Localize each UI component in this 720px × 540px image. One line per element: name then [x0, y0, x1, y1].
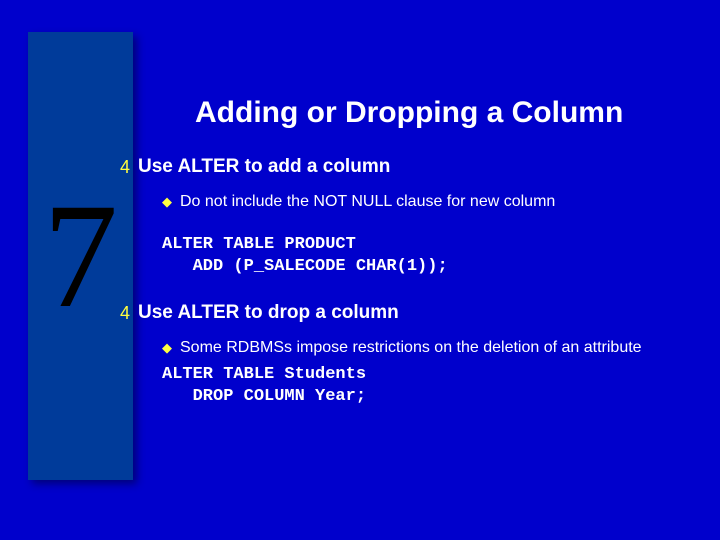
- slide-title: Adding or Dropping a Column: [195, 96, 623, 130]
- bullet-text: Use ALTER to drop a column: [138, 302, 399, 324]
- check-icon: 4: [120, 302, 130, 324]
- slide-content: 4 Use ALTER to add a column ◆ Do not inc…: [120, 156, 690, 408]
- diamond-icon: ◆: [162, 338, 172, 358]
- subbullet-restrictions: ◆ Some RDBMSs impose restrictions on the…: [162, 338, 690, 358]
- chapter-box: 7: [28, 32, 133, 480]
- subbullet-text: Do not include the NOT NULL clause for n…: [180, 192, 555, 212]
- bullet-text: Use ALTER to add a column: [138, 156, 390, 178]
- chapter-number: 7: [43, 181, 118, 331]
- code-drop-column: ALTER TABLE Students DROP COLUMN Year;: [162, 364, 690, 408]
- code-add-column: ALTER TABLE PRODUCT ADD (P_SALECODE CHAR…: [162, 234, 690, 278]
- diamond-icon: ◆: [162, 192, 172, 212]
- subbullet-not-null: ◆ Do not include the NOT NULL clause for…: [162, 192, 690, 212]
- check-icon: 4: [120, 156, 130, 178]
- bullet-add-column: 4 Use ALTER to add a column: [120, 156, 690, 178]
- subbullet-text: Some RDBMSs impose restrictions on the d…: [180, 338, 642, 358]
- bullet-drop-column: 4 Use ALTER to drop a column: [120, 302, 690, 324]
